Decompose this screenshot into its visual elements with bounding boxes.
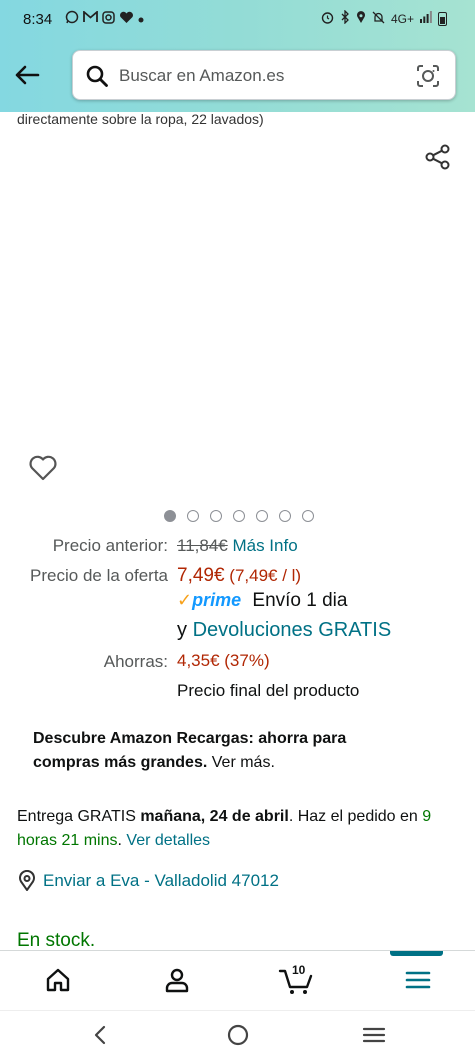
tab-menu[interactable] bbox=[403, 965, 433, 995]
prime-check-icon: ✓ bbox=[177, 590, 193, 610]
carousel-dot[interactable] bbox=[187, 510, 199, 522]
image-carousel-dots[interactable] bbox=[164, 510, 314, 522]
signal-icon bbox=[420, 11, 432, 27]
back-arrow-icon[interactable] bbox=[12, 60, 42, 90]
returns-prefix: y bbox=[177, 619, 187, 641]
mute-icon bbox=[372, 11, 385, 28]
health-icon bbox=[119, 11, 134, 28]
prime-shipping-row: ✓prime Envío 1 dia bbox=[177, 590, 347, 612]
bluetooth-icon bbox=[340, 9, 350, 28]
bottom-tab-bar: 10 bbox=[0, 950, 475, 1010]
location-pin-icon bbox=[17, 869, 37, 892]
promo-link[interactable]: Ver más. bbox=[212, 754, 275, 771]
gmail-icon bbox=[83, 10, 98, 27]
active-tab-indicator bbox=[390, 951, 443, 956]
delivery-period: . bbox=[117, 832, 122, 849]
notification-icons bbox=[65, 10, 144, 28]
camera-search-icon[interactable] bbox=[415, 63, 441, 89]
alarm-icon bbox=[321, 11, 334, 28]
unit-price: (7,49€ / l) bbox=[229, 566, 302, 585]
shipping-text: Envío 1 dia bbox=[252, 590, 348, 611]
nav-recents-icon[interactable] bbox=[361, 1022, 387, 1048]
previous-price-label: Precio anterior: bbox=[52, 536, 168, 555]
search-icon bbox=[85, 64, 109, 88]
delivery-info: Entrega GRATIS mañana, 24 de abril. Haz … bbox=[17, 805, 457, 853]
ship-to-link[interactable]: Enviar a Eva - Valladolid 47012 bbox=[43, 871, 279, 891]
previous-price-row: 11,84€ Más Info bbox=[177, 536, 298, 556]
system-nav-bar bbox=[0, 1010, 475, 1059]
nav-back-icon[interactable] bbox=[88, 1022, 114, 1048]
delivery-details-link[interactable]: Ver detalles bbox=[126, 832, 210, 849]
cart-count: 10 bbox=[292, 963, 306, 977]
carousel-dot[interactable] bbox=[279, 510, 291, 522]
user-icon bbox=[165, 968, 189, 993]
whatsapp-icon bbox=[65, 10, 79, 28]
previous-price: 11,84€ bbox=[177, 536, 228, 555]
offer-price: 7,49€ bbox=[177, 565, 225, 586]
returns-row: y Devoluciones GRATIS bbox=[177, 619, 391, 642]
carousel-dot[interactable] bbox=[256, 510, 268, 522]
more-info-link[interactable]: Más Info bbox=[232, 536, 297, 555]
share-icon[interactable] bbox=[424, 143, 452, 171]
search-box[interactable]: Buscar en Amazon.es bbox=[72, 50, 456, 100]
final-price-note: Precio final del producto bbox=[177, 681, 360, 700]
carousel-dot[interactable] bbox=[302, 510, 314, 522]
home-icon bbox=[46, 968, 70, 992]
promo-text: Descubre Amazon Recargas: ahorra para co… bbox=[33, 730, 347, 771]
savings-value: 4,35€ (37%) bbox=[177, 651, 270, 670]
system-icons: 4G+ bbox=[321, 9, 447, 28]
offer-price-label: Precio de la oferta bbox=[30, 566, 168, 585]
battery-icon bbox=[438, 12, 447, 26]
search-input[interactable]: Buscar en Amazon.es bbox=[119, 66, 284, 86]
status-bar: 8:34 4G+ bbox=[0, 0, 475, 38]
instagram-icon bbox=[102, 10, 115, 28]
heart-icon[interactable] bbox=[28, 454, 58, 482]
delivery-prefix: Entrega GRATIS bbox=[17, 808, 136, 825]
location-status-icon bbox=[356, 10, 366, 28]
menu-icon bbox=[405, 971, 431, 989]
carousel-dot[interactable] bbox=[210, 510, 222, 522]
carousel-dot[interactable] bbox=[164, 510, 176, 522]
tab-account[interactable] bbox=[162, 965, 192, 995]
product-title-fragment: directamente sobre la ropa, 22 lavados) bbox=[17, 111, 264, 127]
tab-home[interactable] bbox=[43, 965, 73, 995]
savings-label: Ahorras: bbox=[103, 652, 168, 671]
recargas-promo[interactable]: Descubre Amazon Recargas: ahorra para co… bbox=[33, 727, 413, 775]
prime-logo: prime bbox=[192, 590, 242, 610]
network-label: 4G+ bbox=[390, 12, 414, 26]
offer-price-row: 7,49€ (7,49€ / l) bbox=[177, 565, 301, 587]
carousel-dot[interactable] bbox=[233, 510, 245, 522]
delivery-middle: . Haz el pedido en bbox=[288, 808, 418, 825]
delivery-date: mañana, 24 de abril bbox=[140, 808, 289, 825]
product-image-area[interactable] bbox=[0, 175, 475, 445]
status-time: 8:34 bbox=[23, 11, 53, 28]
ship-to-row[interactable]: Enviar a Eva - Valladolid 47012 bbox=[17, 869, 279, 892]
header: 8:34 4G+ Buscar en Amazon.es bbox=[0, 0, 475, 112]
dot-icon bbox=[138, 11, 144, 27]
free-returns-link[interactable]: Devoluciones GRATIS bbox=[193, 619, 392, 641]
nav-home-icon[interactable] bbox=[225, 1022, 251, 1048]
stock-status: En stock. bbox=[17, 930, 96, 951]
